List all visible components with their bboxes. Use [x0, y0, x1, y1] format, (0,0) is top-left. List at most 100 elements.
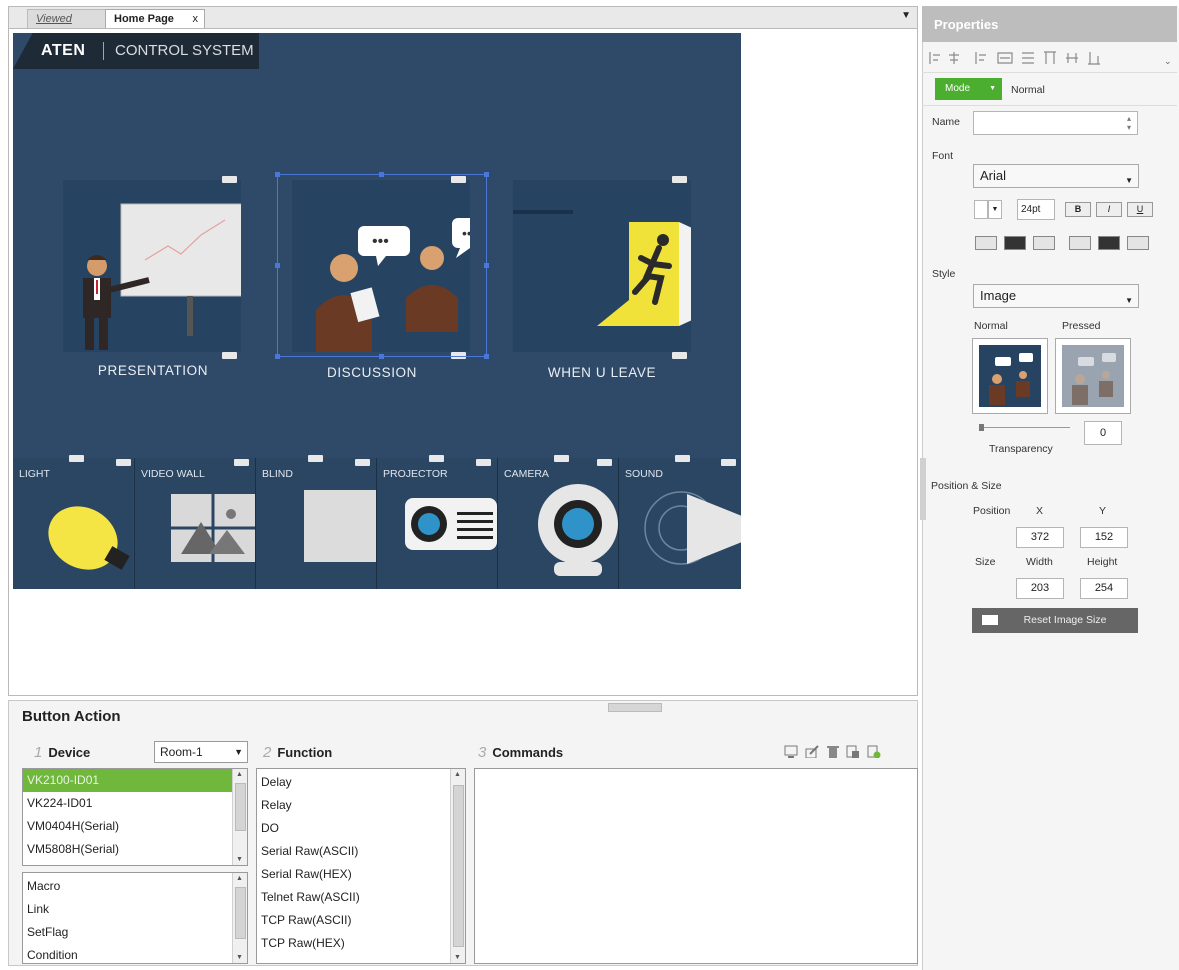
list-item[interactable]: Serial Raw(HEX) [257, 863, 465, 886]
resize-handle[interactable] [275, 172, 280, 177]
device-list[interactable]: VK2100-ID01 VK224-ID01 VM0404H(Serial) V… [22, 768, 248, 866]
resize-handle[interactable] [275, 354, 280, 359]
brand-divider [103, 42, 104, 60]
list-item[interactable]: Relay [257, 794, 465, 817]
mode-button[interactable]: Mode ▼ [935, 78, 1002, 100]
name-field[interactable]: ▴ ▾ [973, 111, 1138, 135]
list-item[interactable]: Telnet Raw(ASCII) [257, 886, 465, 909]
add-command-icon[interactable] [784, 745, 798, 758]
device-list-scrollbar[interactable]: ▲ ▼ [232, 769, 247, 865]
panel-splitter[interactable] [920, 458, 926, 520]
resize-handle[interactable] [379, 354, 384, 359]
valign-bottom-button[interactable] [1127, 236, 1149, 250]
list-item[interactable]: TCP Raw(HEX) [257, 932, 465, 955]
list-item[interactable]: Macro [23, 875, 247, 898]
transparency-field[interactable]: 0 [1084, 421, 1122, 445]
selection-outline[interactable] [275, 172, 489, 359]
pressed-image-thumbnail[interactable] [1055, 338, 1131, 414]
normal-image-label: Normal [974, 320, 1008, 332]
height-field[interactable]: 254 [1080, 578, 1128, 599]
font-size-field[interactable]: 24pt [1017, 199, 1055, 220]
edit-command-icon[interactable] [805, 745, 819, 758]
scroll-down-icon[interactable]: ▼ [454, 954, 461, 961]
commands-list[interactable] [474, 768, 918, 964]
list-item[interactable]: TCP Raw(ASCII) [257, 909, 465, 932]
light-device-button[interactable]: LIGHT [13, 455, 133, 589]
sound-device-button[interactable]: SOUND [618, 455, 741, 589]
scroll-up-icon[interactable]: ▲ [454, 771, 461, 778]
align-right-button[interactable] [1033, 236, 1055, 250]
projector-device-button[interactable]: PROJECTOR [376, 455, 497, 589]
list-item[interactable]: VK2100-ID01 [23, 769, 233, 792]
image-icon [982, 615, 998, 625]
align-left-button[interactable] [975, 236, 997, 250]
blind-device-button[interactable]: BLIND [255, 455, 376, 589]
projector-label: PROJECTOR [383, 468, 448, 480]
tab-home-page[interactable]: Home Page x [105, 9, 205, 28]
resize-handle[interactable] [275, 263, 280, 268]
style-select[interactable]: Image ▼ [973, 284, 1139, 308]
list-item[interactable]: Link [23, 898, 247, 921]
camera-device-button[interactable]: CAMERA [497, 455, 618, 589]
scroll-down-icon[interactable]: ▼ [236, 954, 243, 961]
scroll-thumb[interactable] [235, 783, 246, 831]
y-field[interactable]: 152 [1080, 527, 1128, 548]
splitter-handle[interactable] [608, 703, 662, 712]
list-item[interactable]: SetFlag [23, 921, 247, 944]
list-item[interactable]: Condition [23, 944, 247, 963]
transparency-slider-thumb[interactable] [979, 424, 984, 431]
list-item[interactable]: Delay [257, 771, 465, 794]
valign-top-button[interactable] [1069, 236, 1091, 250]
tab-list-dropdown-icon[interactable]: ▼ [901, 10, 911, 21]
resize-handle[interactable] [484, 263, 489, 268]
list-item[interactable]: Serial Raw(ASCII) [257, 840, 465, 863]
badge-icon [234, 459, 249, 466]
resize-handle[interactable] [379, 172, 384, 177]
width-field[interactable]: 203 [1016, 578, 1064, 599]
paste-command-icon[interactable] [867, 745, 881, 758]
scroll-up-icon[interactable]: ▲ [236, 771, 243, 778]
bold-button[interactable]: B [1065, 202, 1091, 217]
chevron-down-icon[interactable]: ▼ [988, 200, 1002, 219]
scroll-thumb[interactable] [235, 887, 246, 939]
tab-close-icon[interactable]: x [193, 10, 199, 29]
system-command-list[interactable]: Macro Link SetFlag Condition ▲ ▼ [22, 872, 248, 964]
scroll-up-icon[interactable]: ▲ [236, 875, 243, 882]
reset-image-size-button[interactable]: Reset Image Size [972, 608, 1138, 633]
presentation-scene-button[interactable] [63, 176, 256, 359]
trash-icon[interactable] [826, 745, 840, 758]
light-label: LIGHT [19, 468, 50, 480]
italic-button[interactable]: I [1096, 202, 1122, 217]
list-item[interactable]: VK224-ID01 [23, 792, 247, 815]
video-wall-device-button[interactable]: VIDEO WALL [134, 458, 255, 589]
font-color-swatch[interactable] [974, 200, 988, 219]
normal-image-thumbnail[interactable] [972, 338, 1048, 414]
align-center-button[interactable] [1004, 236, 1026, 250]
function-list[interactable]: Delay Relay DO Serial Raw(ASCII) Serial … [256, 768, 466, 964]
stepper-icon[interactable]: ▴ ▾ [1127, 114, 1131, 132]
system-command-list-scrollbar[interactable]: ▲ ▼ [232, 873, 247, 963]
room-select[interactable]: Room-1 ▼ [154, 741, 248, 763]
when-u-leave-scene-button[interactable] [513, 176, 701, 359]
font-family-select[interactable]: Arial ▼ [973, 164, 1139, 188]
badge-icon [355, 459, 370, 466]
resize-handle[interactable] [484, 172, 489, 177]
badge-icon [675, 455, 690, 462]
underline-button[interactable]: U [1127, 202, 1153, 217]
commands-column-header: 3 Commands [478, 744, 563, 761]
reset-image-size-label: Reset Image Size [1023, 614, 1107, 626]
function-list-scrollbar[interactable]: ▲ ▼ [450, 769, 465, 963]
device-header-label: Device [48, 745, 91, 760]
resize-handle[interactable] [484, 354, 489, 359]
scroll-down-icon[interactable]: ▼ [236, 856, 243, 863]
x-field[interactable]: 372 [1016, 527, 1064, 548]
list-item[interactable]: VM0404H(Serial) [23, 815, 247, 838]
tab-viewed[interactable]: Viewed [27, 9, 107, 28]
list-item[interactable]: DO [257, 817, 465, 840]
transparency-slider[interactable] [980, 427, 1070, 428]
valign-middle-button[interactable] [1098, 236, 1120, 250]
copy-command-icon[interactable] [846, 745, 860, 758]
ui-page-preview[interactable]: ATEN CONTROL SYSTEM PRESENTATION ••• • D… [13, 33, 741, 589]
list-item[interactable]: VM5808H(Serial) [23, 838, 247, 861]
scroll-thumb[interactable] [453, 785, 464, 947]
